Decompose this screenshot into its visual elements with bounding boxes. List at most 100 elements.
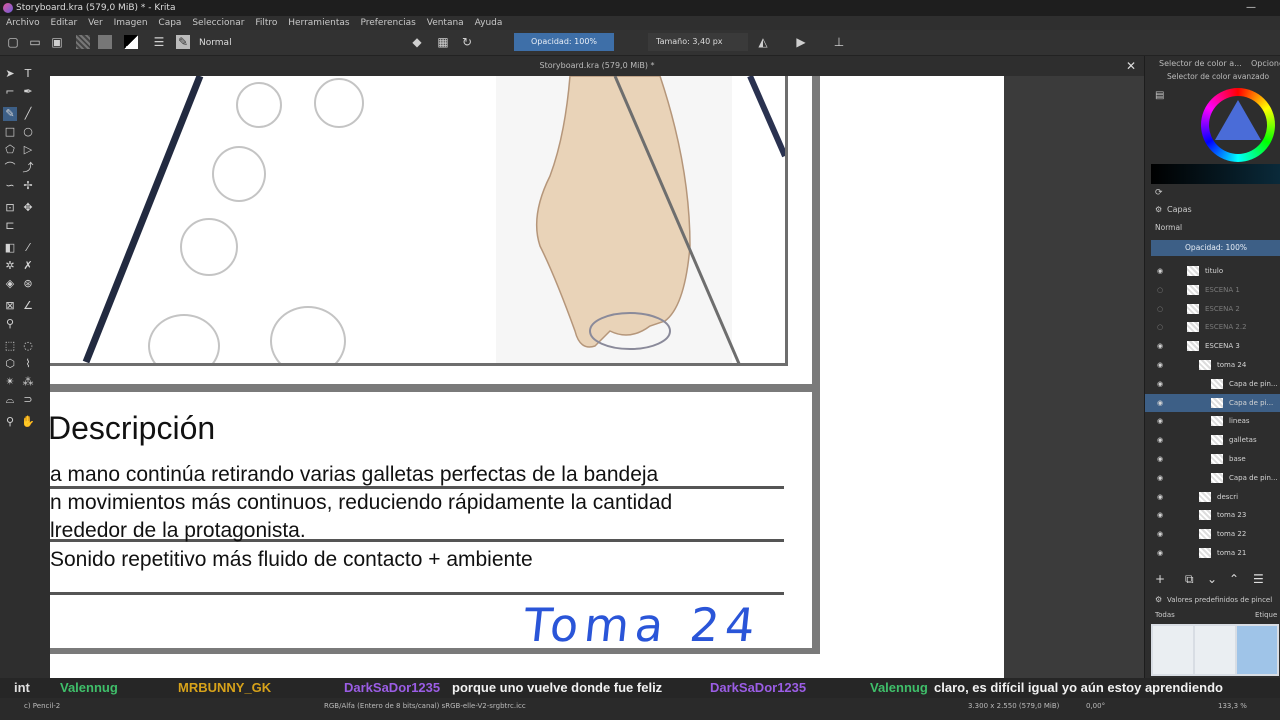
layer-row[interactable]: ◉ toma 22 <box>1145 525 1280 543</box>
eye-visible-icon[interactable]: ◉ <box>1157 380 1165 388</box>
move-layer-down-icon[interactable]: ⌄ <box>1207 568 1217 590</box>
layer-properties-icon[interactable]: ☰ <box>1253 568 1264 590</box>
multibrush-tool-icon[interactable]: ✢ <box>21 179 35 193</box>
layer-row[interactable]: ◉ lineas <box>1145 412 1280 430</box>
color-history-strip[interactable] <box>1151 164 1280 184</box>
rectangular-selection-tool-icon[interactable]: ⬚ <box>3 339 17 353</box>
eye-visible-icon[interactable]: ◉ <box>1157 549 1165 557</box>
layer-row[interactable]: ◉ toma 21 <box>1145 544 1280 562</box>
menu-preferencias[interactable]: Preferencias <box>360 18 415 28</box>
layer-row[interactable]: ◉ toma 23 <box>1145 506 1280 524</box>
move-layer-up-icon[interactable]: ⌃ <box>1229 568 1239 590</box>
menu-herramientas[interactable]: Herramientas <box>288 18 349 28</box>
layer-row[interactable]: ○ ESCENA 2.2 <box>1145 318 1280 336</box>
menu-ventana[interactable]: Ventana <box>427 18 464 28</box>
document-tab[interactable]: Storyboard.kra (579,0 MiB) * ✕ <box>50 56 1144 76</box>
brush-preset-icon[interactable]: ✎ <box>176 35 190 49</box>
pattern-preset-icon[interactable] <box>98 35 112 49</box>
enclose-fill-tool-icon[interactable]: ⊛ <box>21 277 35 291</box>
eye-visible-icon[interactable]: ◉ <box>1157 474 1165 482</box>
brush-presets-tag[interactable]: Etique <box>1255 611 1277 619</box>
layer-row[interactable]: ◉ descri <box>1145 488 1280 506</box>
layer-row[interactable]: ◉ ESCENA 3 <box>1145 337 1280 355</box>
brush-preset-item[interactable] <box>1195 626 1235 674</box>
minimize-button[interactable]: — <box>1246 0 1256 16</box>
wrap-around-icon[interactable]: ⊥ <box>832 35 846 49</box>
blend-mode-select[interactable]: Normal <box>196 35 402 51</box>
layer-row[interactable]: ◉ Capa de pi... <box>1145 393 1280 412</box>
eye-hidden-icon[interactable]: ○ <box>1157 286 1165 294</box>
opacity-slider[interactable]: Opacidad: 100% <box>514 33 614 51</box>
layer-row[interactable]: ○ ESCENA 1 <box>1145 281 1280 299</box>
colorize-mask-tool-icon[interactable]: ✲ <box>3 259 17 273</box>
transform-tool-icon[interactable]: ⊡ <box>3 201 17 215</box>
tab-tool-options[interactable]: Opcione <box>1251 56 1280 72</box>
mirror-vertical-icon[interactable]: ▶ <box>794 35 808 49</box>
eye-visible-icon[interactable]: ◉ <box>1157 399 1165 407</box>
eye-visible-icon[interactable]: ◉ <box>1157 455 1165 463</box>
bezier-tool-icon[interactable]: ⌒ <box>3 161 17 175</box>
crop-tool-icon[interactable]: ⊏ <box>3 219 17 233</box>
layer-row[interactable]: ◉ titulo <box>1145 262 1280 280</box>
polyline-tool-icon[interactable]: ▷ <box>21 143 35 157</box>
new-document-icon[interactable]: ▢ <box>6 35 20 49</box>
menu-ayuda[interactable]: Ayuda <box>475 18 503 28</box>
line-tool-icon[interactable]: ╱ <box>21 107 35 121</box>
layers-opacity-slider[interactable]: Opacidad: 100% <box>1151 240 1280 256</box>
layer-row[interactable]: ○ ESCENA 2 <box>1145 300 1280 318</box>
rectangle-tool-icon[interactable]: □ <box>3 125 17 139</box>
menu-capa[interactable]: Capa <box>158 18 181 28</box>
save-icon[interactable]: ▣ <box>50 35 64 49</box>
brush-settings-icon[interactable]: ☰ <box>152 35 166 49</box>
reference-images-tool-icon[interactable]: ⚲ <box>3 317 17 331</box>
menu-seleccionar[interactable]: Seleccionar <box>192 18 244 28</box>
move-tool-icon[interactable]: ✥ <box>21 201 35 215</box>
color-picker-tool-icon[interactable]: ⁄ <box>21 241 35 255</box>
eye-visible-icon[interactable]: ◉ <box>1157 361 1165 369</box>
elliptical-selection-tool-icon[interactable]: ◌ <box>21 339 35 353</box>
duplicate-layer-icon[interactable]: ⧉ <box>1185 568 1194 590</box>
fill-tool-icon[interactable]: ◈ <box>3 277 17 291</box>
menu-archivo[interactable]: Archivo <box>6 18 40 28</box>
status-zoom[interactable]: 133,3 % <box>1218 698 1247 714</box>
reload-preset-icon[interactable]: ↻ <box>460 35 474 49</box>
contiguous-selection-tool-icon[interactable]: ✴ <box>3 375 17 389</box>
layers-blend-mode[interactable]: Normal <box>1155 223 1182 232</box>
color-triangle[interactable] <box>1215 100 1261 140</box>
text-tool-icon[interactable]: T <box>21 67 35 81</box>
layer-row[interactable]: ◉ base <box>1145 450 1280 468</box>
smart-patch-tool-icon[interactable]: ✗ <box>21 259 35 273</box>
menu-filtro[interactable]: Filtro <box>255 18 277 28</box>
eye-visible-icon[interactable]: ◉ <box>1157 511 1165 519</box>
fg-bg-color-icon[interactable] <box>124 35 138 49</box>
bezier-selection-tool-icon[interactable]: ⌓ <box>3 393 17 407</box>
refresh-icon[interactable]: ⟳ <box>1155 188 1163 198</box>
similar-selection-tool-icon[interactable]: ⁂ <box>21 375 35 389</box>
mirror-horizontal-icon[interactable]: ◭ <box>756 35 770 49</box>
polygon-tool-icon[interactable]: ⬠ <box>3 143 17 157</box>
select-shapes-tool-icon[interactable]: ➤ <box>3 67 17 81</box>
menu-editar[interactable]: Editar <box>51 18 78 28</box>
brush-preset-item[interactable] <box>1153 626 1193 674</box>
open-folder-icon[interactable]: ▭ <box>28 35 42 49</box>
edit-shapes-tool-icon[interactable]: ⌐ <box>3 85 17 99</box>
color-selector-settings-icon[interactable]: ▤ <box>1155 90 1164 101</box>
pan-tool-icon[interactable]: ✋ <box>21 415 35 429</box>
layer-row[interactable]: ◉ Capa de pin... <box>1145 375 1280 393</box>
eye-hidden-icon[interactable]: ○ <box>1157 323 1165 331</box>
eye-visible-icon[interactable]: ◉ <box>1157 493 1165 501</box>
brush-preset-item-selected[interactable] <box>1237 626 1277 674</box>
eye-visible-icon[interactable]: ◉ <box>1157 267 1165 275</box>
eye-visible-icon[interactable]: ◉ <box>1157 436 1165 444</box>
layer-row[interactable]: ◉ toma 24 <box>1145 356 1280 374</box>
layer-row[interactable]: ◉ galletas <box>1145 431 1280 449</box>
layer-row[interactable]: ◉ Capa de pin... <box>1145 469 1280 487</box>
gradient-tool-icon[interactable]: ◧ <box>3 241 17 255</box>
alpha-lock-icon[interactable]: ▦ <box>436 35 450 49</box>
dynamic-brush-tool-icon[interactable]: ∽ <box>3 179 17 193</box>
gradient-preset-icon[interactable] <box>76 35 90 49</box>
eye-visible-icon[interactable]: ◉ <box>1157 342 1165 350</box>
close-document-button[interactable]: ✕ <box>1126 56 1136 76</box>
add-layer-icon[interactable]: + <box>1155 568 1165 590</box>
eraser-icon[interactable]: ◆ <box>410 35 424 49</box>
